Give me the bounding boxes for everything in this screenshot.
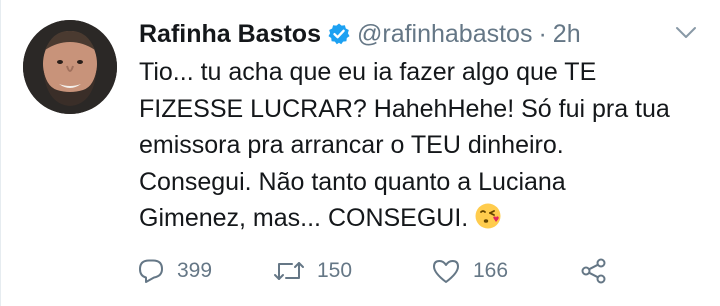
tweet-text-line: Consegui. Não tanto quanto a Luciana [139,167,566,196]
reply-count: 399 [177,259,213,282]
author-name[interactable]: Rafinha Bastos [139,20,321,49]
tweet-text-line: FIZESSE LUCRAR? HahehHehe! Só fui pra tu… [139,94,670,123]
reply-button[interactable]: 399 [137,258,257,284]
tweet-text-line: emissora pra arrancar o TEU dinheiro. [139,131,564,159]
chevron-down-icon[interactable] [672,22,700,44]
avatar-photo [23,20,117,114]
tweet-text-line: Gimenez, mas... CONSEGUI. [139,204,469,232]
tweet-timestamp[interactable]: 2h [553,20,581,49]
retweet-button[interactable]: 150 [273,259,425,283]
like-button[interactable]: 166 [431,258,579,284]
share-button[interactable] [579,258,609,284]
tweet-text: Tio... tu acha que eu ia fazer algo que … [139,54,670,237]
verified-badge-icon [327,22,351,46]
retweet-icon [274,262,304,280]
tweet-text-last-line: Gimenez, mas... CONSEGUI. [139,200,659,237]
separator-dot: · [538,19,547,48]
avatar[interactable] [23,20,117,114]
tweet-card[interactable]: Rafinha Bastos @rafinhabastos · 2h Tio..… [0,0,720,306]
face-blowing-kiss-emoji-icon [474,202,502,230]
reply-icon [139,259,163,283]
tweet-text-line: Tio... tu acha que eu ia fazer algo que … [139,58,597,86]
share-icon [581,258,606,284]
author-handle[interactable]: @rafinhabastos [357,20,532,49]
tweet-actions: 399 150 166 [137,254,609,288]
retweet-count: 150 [317,259,353,282]
tweet-header: Rafinha Bastos @rafinhabastos · 2h [139,16,581,52]
like-count: 166 [473,259,509,282]
heart-icon [433,260,459,283]
